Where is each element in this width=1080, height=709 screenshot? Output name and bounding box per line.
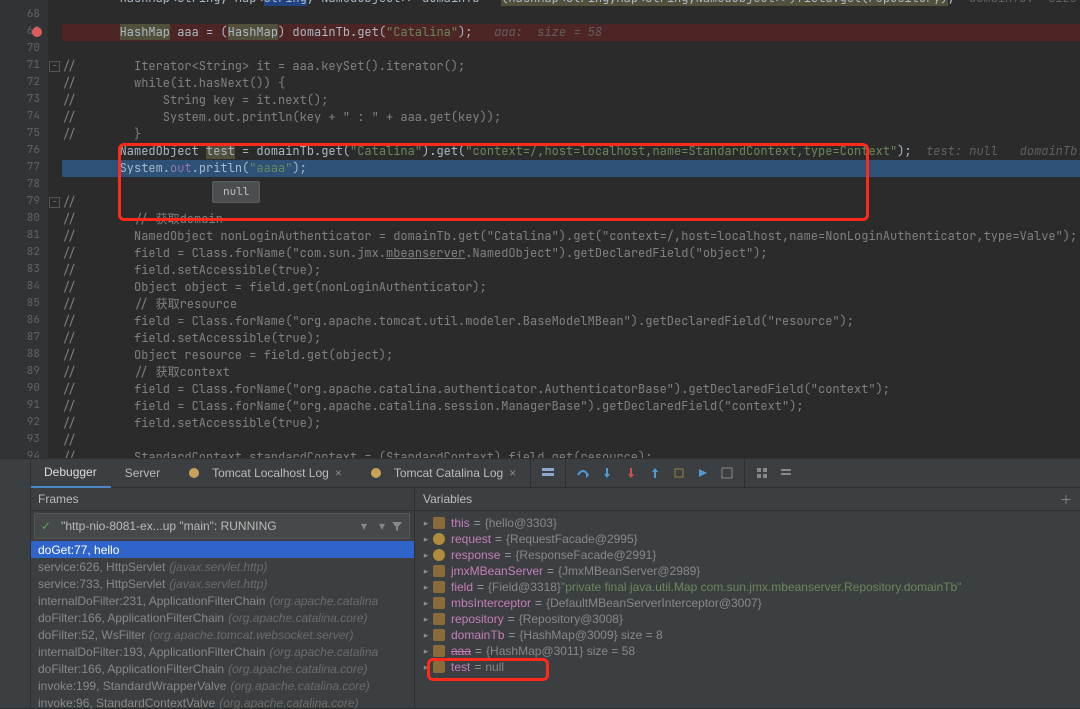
tomcat-icon (188, 467, 200, 479)
code-line[interactable]: // field = Class.forName("org.apache.cat… (62, 398, 1080, 415)
tab-localhost-log[interactable]: Tomcat Localhost Log × (174, 459, 356, 487)
tab-server[interactable]: Server (111, 459, 174, 487)
variable-row[interactable]: ▸response={ResponseFacade@2991} (415, 547, 1080, 563)
code-line[interactable]: // // 获取resource (62, 296, 1080, 313)
variable-row[interactable]: ▸mbsInterceptor={DefaultMBeanServerInter… (415, 595, 1080, 611)
variables-header: Variables (423, 492, 472, 506)
tab-label: Tomcat Catalina Log (394, 466, 503, 480)
code-line[interactable] (62, 7, 1080, 24)
variable-row[interactable]: ▸domainTb={HashMap@3009} size = 8 (415, 627, 1080, 643)
code-line[interactable]: HashMap<String, Map<String, NamedObject>… (62, 0, 1080, 7)
call-stack[interactable]: doGet:77, helloservice:626, HttpServlet(… (30, 541, 414, 709)
stack-frame[interactable]: invoke:199, StandardWrapperValve(org.apa… (30, 677, 414, 694)
variables-pane: Variables ＋ ▸this={hello@3303}▸request={R… (415, 488, 1080, 709)
stack-frame[interactable]: internalDoFilter:231, ApplicationFilterC… (30, 592, 414, 609)
fold-icon[interactable]: − (49, 61, 60, 72)
drop-frame-icon[interactable] (672, 466, 686, 480)
code-line[interactable]: // System.out.println(key + " : " + aaa.… (62, 109, 1080, 126)
tab-catalina-log[interactable]: Tomcat Catalina Log × (356, 459, 530, 487)
code-line[interactable]: HashMap aaa = (HashMap) domainTb.get("Ca… (62, 24, 1080, 41)
variable-row[interactable]: ▸aaa={HashMap@3011} size = 58 (415, 643, 1080, 659)
code-line[interactable]: // field.setAccessible(true); (62, 330, 1080, 347)
code-line[interactable]: // while(it.hasNext()) { (62, 75, 1080, 92)
run-to-cursor-icon[interactable] (696, 466, 710, 480)
stack-frame[interactable]: doFilter:52, WsFilter(org.apache.tomcat.… (30, 626, 414, 643)
step-into-icon[interactable] (600, 466, 614, 480)
list-icon[interactable] (779, 466, 793, 480)
close-icon[interactable]: × (335, 466, 342, 480)
frames-pane: Frames ✓ "http-nio-8081-ex...up "main": … (30, 488, 415, 709)
stack-frame[interactable]: doFilter:166, ApplicationFilterChain(org… (30, 609, 414, 626)
code-line[interactable]: // field = Class.forName("org.apache.tom… (62, 313, 1080, 330)
thread-name: "http-nio-8081-ex...up "main": RUNNING (61, 519, 355, 533)
code-line[interactable]: // Object resource = field.get(object); (62, 347, 1080, 364)
debug-left-toolbar[interactable] (0, 459, 31, 708)
variables-list[interactable]: ▸this={hello@3303}▸request={RequestFacad… (415, 511, 1080, 709)
code-line[interactable]: NamedObject test = domainTb.get("Catalin… (62, 143, 1080, 160)
layout-icon[interactable] (541, 466, 555, 480)
variable-row[interactable]: ▸test=null (415, 659, 1080, 675)
stack-frame[interactable]: doGet:77, hello (30, 541, 414, 558)
force-step-into-icon[interactable] (624, 466, 638, 480)
stack-frame[interactable]: service:733, HttpServlet(javax.servlet.h… (30, 575, 414, 592)
stack-frame[interactable]: internalDoFilter:193, ApplicationFilterC… (30, 643, 414, 660)
chevron-down-icon: ▾ (361, 519, 367, 533)
code-line[interactable]: // // 获取context (62, 364, 1080, 381)
step-toolbar (565, 459, 744, 487)
debug-tabs: Debugger Server Tomcat Localhost Log × To… (30, 459, 1080, 488)
hover-tooltip: null (212, 181, 260, 203)
code-line[interactable]: // Iterator<String> it = aaa.keySet().it… (62, 58, 1080, 75)
tab-debugger[interactable]: Debugger (30, 458, 111, 489)
stack-frame[interactable]: doFilter:166, ApplicationFilterChain(org… (30, 660, 414, 677)
debug-toolbar (530, 459, 565, 487)
code-line[interactable]: System.out.pri​tln("aaaa"); (62, 160, 1080, 177)
debug-panel: Debugger Server Tomcat Localhost Log × To… (0, 458, 1080, 708)
code-line[interactable]: // (62, 432, 1080, 449)
chevron-down-icon[interactable]: ▾ (379, 519, 385, 533)
code-line[interactable]: // field = Class.forName("org.apache.cat… (62, 381, 1080, 398)
variable-row[interactable]: ▸repository={Repository@3008} (415, 611, 1080, 627)
variable-row[interactable]: ▸jmxMBeanServer={JmxMBeanServer@2989} (415, 563, 1080, 579)
code-line[interactable]: // field.setAccessible(true); (62, 415, 1080, 432)
breakpoint-icon[interactable] (32, 27, 42, 37)
code-line[interactable]: // NamedObject nonLoginAuthenticator = d… (62, 228, 1080, 245)
breakpoint-column[interactable] (24, 0, 44, 458)
grid-icon[interactable] (755, 466, 769, 480)
thread-selector[interactable]: ✓ "http-nio-8081-ex...up "main": RUNNING… (34, 513, 410, 539)
stack-frame[interactable]: service:626, HttpServlet(javax.servlet.h… (30, 558, 414, 575)
step-out-icon[interactable] (648, 466, 662, 480)
code-line[interactable]: // Object object = field.get(nonLoginAut… (62, 279, 1080, 296)
step-over-icon[interactable] (576, 466, 590, 480)
code-line[interactable]: // field.setAccessible(true); (62, 262, 1080, 279)
stack-frame[interactable]: invoke:96, StandardContextValve(org.apac… (30, 694, 414, 709)
variable-row[interactable]: ▸field={Field@3318} "private final java.… (415, 579, 1080, 595)
code-line[interactable]: // StandardContext standardContext = (St… (62, 449, 1080, 458)
code-line[interactable] (62, 41, 1080, 58)
code-line[interactable]: // field = Class.forName("com.sun.jmx.mb… (62, 245, 1080, 262)
evaluate-icon[interactable] (720, 466, 734, 480)
tab-label: Tomcat Localhost Log (212, 466, 329, 480)
fold-column[interactable]: −− (48, 0, 60, 458)
variable-row[interactable]: ▸request={RequestFacade@2995} (415, 531, 1080, 547)
check-icon: ✓ (41, 519, 51, 533)
close-icon[interactable]: × (509, 466, 516, 480)
tomcat-icon (370, 467, 382, 479)
code-line[interactable]: // String key = it.next(); (62, 92, 1080, 109)
code-editor[interactable]: 6768697071727374757677787980818283848586… (0, 0, 1080, 458)
fold-icon[interactable]: − (49, 197, 60, 208)
filter-icon[interactable] (391, 520, 403, 532)
code-line[interactable]: // // 获取domain (62, 211, 1080, 228)
view-toolbar (744, 459, 803, 487)
code-line[interactable]: // } (62, 126, 1080, 143)
add-icon[interactable]: ＋ (1060, 491, 1072, 508)
variable-row[interactable]: ▸this={hello@3303} (415, 515, 1080, 531)
frames-header: Frames (38, 492, 79, 506)
